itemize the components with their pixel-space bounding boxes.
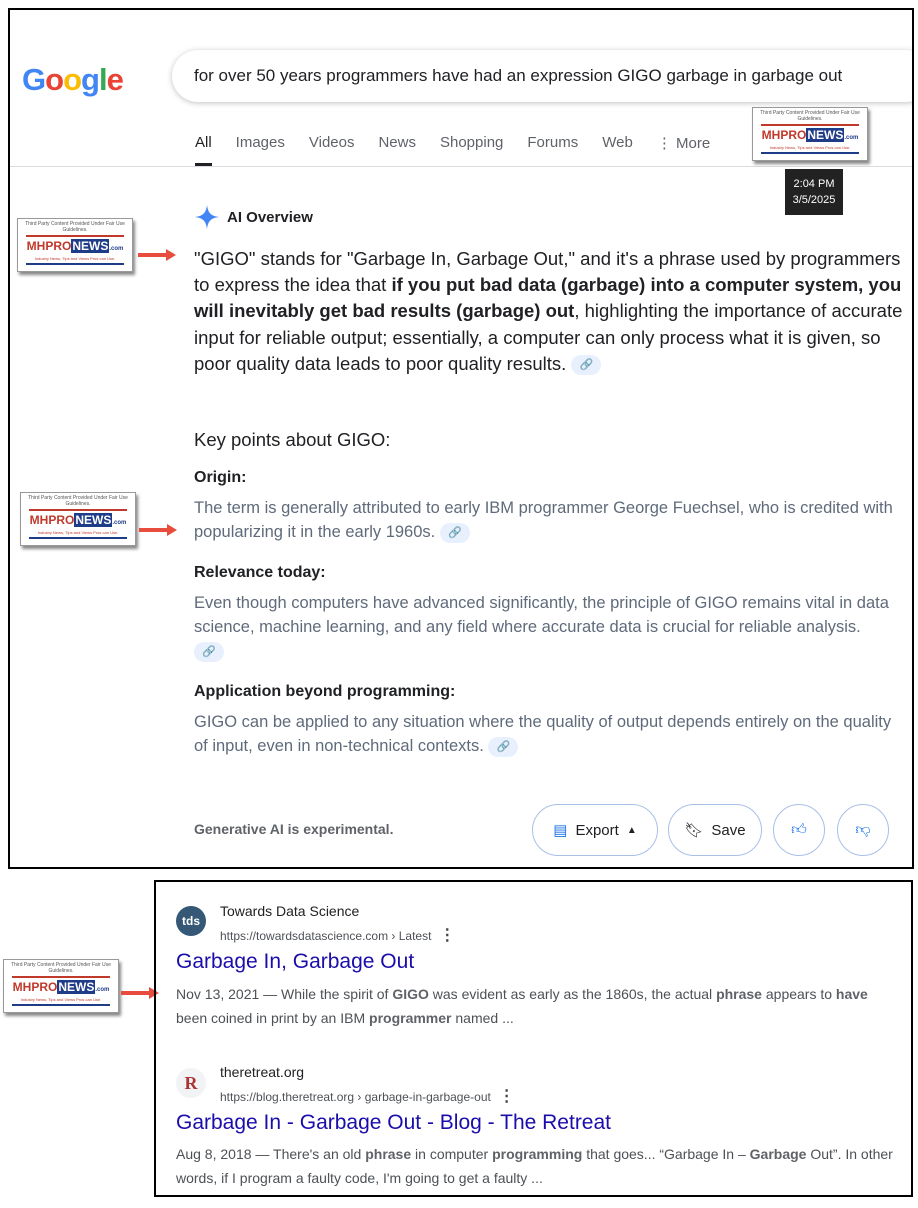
result-site[interactable]: theretreat.org	[220, 1064, 304, 1080]
bookmark-icon: 🔖︎	[684, 822, 704, 839]
tab-shopping[interactable]: Shopping	[440, 134, 503, 166]
tab-news[interactable]: News	[378, 134, 416, 166]
favicon-tds: tds	[176, 906, 206, 936]
watermark-logo: Third Party Content Provided Under Fair …	[20, 492, 136, 546]
thumbs-down-button[interactable]: 👎︎	[837, 804, 889, 856]
tab-videos[interactable]: Videos	[309, 134, 355, 166]
point-title: Application beyond programming:	[194, 683, 456, 700]
watermark-caption: Third Party Content Provided Under Fair …	[760, 110, 860, 122]
tab-forums[interactable]: Forums	[527, 134, 578, 166]
caret-up-icon: ▲	[626, 824, 637, 836]
watermark-brand: MHPRONEWS.com	[761, 128, 859, 142]
ai-overview-summary: "GIGO" stands for "Garbage In, Garbage O…	[194, 248, 903, 375]
point-text: The term is generally attributed to earl…	[194, 499, 893, 543]
divider	[10, 166, 912, 167]
thumbs-down-icon: 👎︎	[855, 821, 871, 838]
point-title: Origin:	[194, 469, 247, 486]
favicon-theretreat: R	[176, 1068, 206, 1098]
point-text: GIGO can be applied to any situation whe…	[194, 713, 892, 757]
search-results: tds Towards Data Science https://towards…	[154, 880, 913, 1197]
result-url[interactable]: https://towardsdatascience.com › Latest …	[220, 925, 455, 945]
tab-web[interactable]: Web	[602, 134, 633, 166]
arrow-icon	[139, 524, 177, 536]
link-icon[interactable]: 🔗	[571, 354, 602, 375]
google-logo[interactable]: Google	[22, 62, 124, 98]
search-input[interactable]: for over 50 years programmers have had a…	[172, 50, 912, 102]
more-vert-icon[interactable]: ⋮	[435, 927, 455, 944]
result-url[interactable]: https://blog.theretreat.org › garbage-in…	[220, 1086, 515, 1106]
search-tabs: All Images Videos News Shopping Forums W…	[195, 134, 734, 166]
watermark-caption: Third Party Content Provided Under Fair …	[28, 495, 128, 507]
link-icon[interactable]: 🔗	[439, 522, 470, 543]
result-snippet: Aug 8, 2018 — There's an old phrase in c…	[176, 1146, 893, 1186]
link-icon[interactable]: 🔗	[194, 641, 224, 662]
watermark-caption: Third Party Content Provided Under Fair …	[11, 962, 111, 974]
ai-overview-header: AI Overview	[195, 205, 313, 229]
sparkle-icon	[195, 205, 219, 229]
watermark-brand: MHPRONEWS.com	[29, 513, 127, 527]
watermark-caption: Third Party Content Provided Under Fair …	[25, 221, 125, 233]
link-icon[interactable]: 🔗	[488, 736, 519, 757]
thumbs-up-button[interactable]: 👍︎	[773, 804, 825, 856]
experimental-note: Generative AI is experimental.	[194, 821, 394, 837]
point-title: Relevance today:	[194, 564, 326, 581]
point-text: Even though computers have advanced sign…	[194, 591, 894, 663]
watermark-brand: MHPRONEWS.com	[12, 980, 110, 994]
watermark-brand: MHPRONEWS.com	[26, 239, 124, 253]
clock-tooltip: 2:04 PM 3/5/2025	[785, 169, 843, 215]
ai-overview-panel: Google for over 50 years programmers hav…	[8, 8, 914, 869]
result-site[interactable]: Towards Data Science	[220, 903, 359, 919]
watermark-logo: Third Party Content Provided Under Fair …	[17, 218, 133, 272]
more-vert-icon[interactable]: ⋮	[494, 1088, 515, 1105]
result-snippet: Nov 13, 2021 — While the spirit of GIGO …	[176, 986, 868, 1026]
export-button[interactable]: ▤ Export ▲	[532, 804, 658, 856]
result-title-link[interactable]: Garbage In, Garbage Out	[176, 950, 414, 974]
thumbs-up-icon: 👍︎	[791, 821, 807, 838]
arrow-icon	[138, 249, 176, 261]
watermark-logo: Third Party Content Provided Under Fair …	[752, 107, 868, 161]
tab-all[interactable]: All	[195, 134, 212, 166]
save-button[interactable]: 🔖︎ Save	[668, 804, 762, 856]
result-title-link[interactable]: Garbage In - Garbage Out - Blog - The Re…	[176, 1111, 611, 1135]
more-vert-icon: ⋮	[656, 135, 676, 152]
key-points-heading: Key points about GIGO:	[194, 429, 391, 450]
tab-images[interactable]: Images	[236, 134, 285, 166]
document-icon: ▤	[553, 822, 568, 839]
watermark-logo: Third Party Content Provided Under Fair …	[3, 959, 119, 1013]
tab-more[interactable]: ⋮ More	[657, 134, 710, 166]
